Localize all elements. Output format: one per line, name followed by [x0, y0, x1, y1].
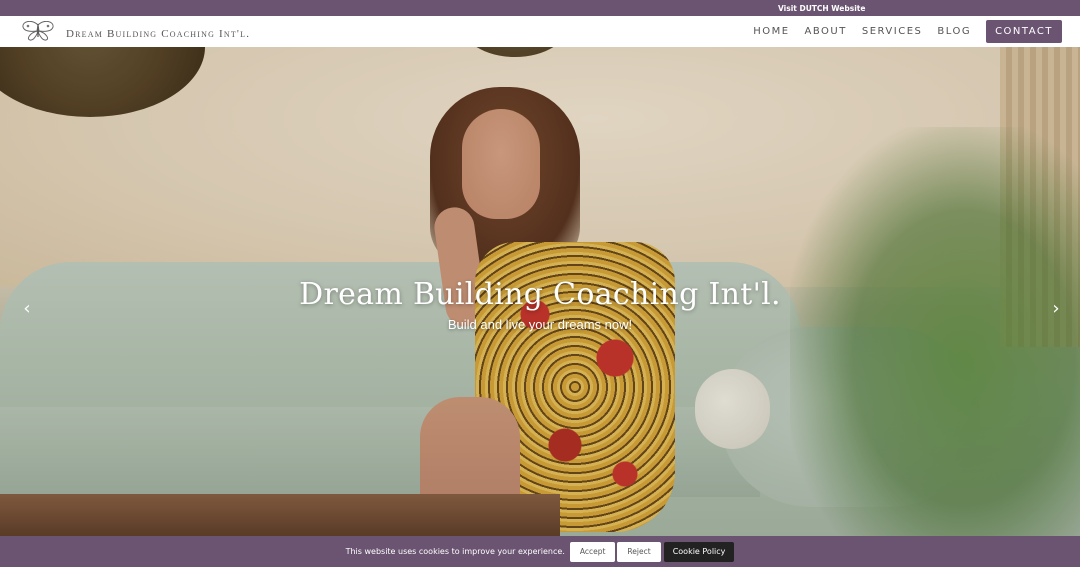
cookie-policy-button[interactable]: Cookie Policy	[663, 541, 735, 562]
nav-services[interactable]: SERVICES	[862, 26, 923, 37]
cookie-banner: This website uses cookies to improve you…	[0, 536, 1080, 567]
top-announcement-bar: Visit DUTCH Website	[0, 0, 1080, 16]
dutch-website-link[interactable]: Visit DUTCH Website	[778, 4, 865, 13]
main-nav: HOME ABOUT SERVICES BLOG CONTACT	[738, 19, 1062, 44]
cookie-accept-button[interactable]: Accept	[569, 541, 616, 562]
hero-subtitle: Build and live your dreams now!	[447, 317, 633, 332]
nav-home[interactable]: HOME	[753, 26, 789, 37]
nav-blog[interactable]: BLOG	[937, 26, 971, 37]
cookie-message: This website uses cookies to improve you…	[345, 547, 565, 556]
butterfly-icon	[20, 20, 56, 46]
hero-title: Dream Building Coaching Int'l.	[299, 277, 781, 312]
contact-button[interactable]: CONTACT	[986, 20, 1062, 43]
cookie-reject-button[interactable]: Reject	[617, 541, 661, 562]
chevron-right-icon[interactable]: ›	[1046, 299, 1066, 319]
hero-slider: Dream Building Coaching Int'l. Build and…	[0, 47, 1080, 536]
chevron-left-icon[interactable]: ‹	[17, 299, 37, 319]
logo-text: Dream Building Coaching Int'l.	[66, 27, 251, 40]
site-header: Dream Building Coaching Int'l. HOME ABOU…	[0, 16, 1080, 47]
site-logo[interactable]: Dream Building Coaching Int'l.	[20, 20, 251, 46]
nav-about[interactable]: ABOUT	[805, 26, 847, 37]
